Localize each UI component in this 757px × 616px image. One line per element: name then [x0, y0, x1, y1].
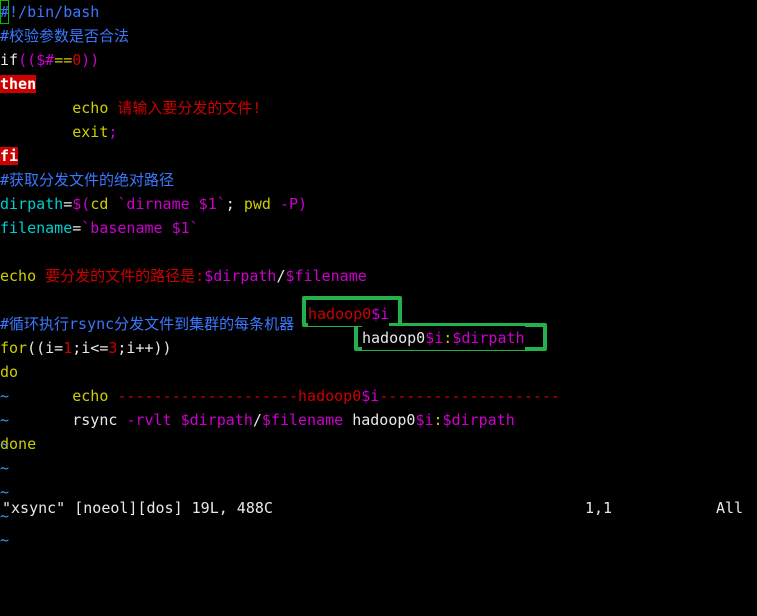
- code-line[interactable]: dirpath=$(cd `dirname $1`; pwd -P): [0, 192, 757, 216]
- code-token: -P: [279, 195, 299, 213]
- empty-line-marker: ~: [0, 411, 10, 429]
- code-token: 要分发的文件的路径是:: [45, 267, 205, 285]
- code-token: ): [298, 195, 308, 213]
- code-token: 请输入要分发的文件!: [117, 99, 262, 117]
- code-token: for: [0, 339, 28, 357]
- code-token: hadoop0: [362, 329, 426, 347]
- vim-cursor: #: [0, 0, 10, 24]
- code-token: ;i++)): [117, 339, 172, 357]
- status-scroll-indicator: All: [716, 499, 744, 517]
- code-token: ;i<=: [72, 339, 109, 357]
- code-token: =: [63, 195, 73, 213]
- code-token: ==: [54, 51, 73, 69]
- code-token: ((i=: [27, 339, 64, 357]
- code-token: pwd: [243, 195, 271, 213]
- code-token: $dirpath: [204, 267, 277, 285]
- code-token: #获取分发文件的绝对路径: [0, 171, 175, 189]
- code-token: dirpath: [0, 195, 64, 213]
- code-token: filename: [0, 219, 73, 237]
- code-line[interactable]: #!/bin/bash: [0, 0, 757, 24]
- code-token: 0: [72, 51, 82, 69]
- code-token: `basename $1`: [81, 219, 199, 237]
- code-line[interactable]: fi: [0, 144, 757, 168]
- status-cursor-position: 1,1: [585, 499, 613, 517]
- code-line[interactable]: exit;: [0, 120, 757, 144]
- code-token: echo: [0, 267, 37, 285]
- empty-line-marker: ~: [0, 459, 10, 477]
- empty-line-marker: ~: [0, 435, 10, 453]
- empty-line-marker: ~: [0, 387, 10, 405]
- status-file-info: "xsync" [noeol][dos] 19L, 488C: [2, 499, 273, 517]
- code-line[interactable]: then: [0, 72, 757, 96]
- code-token: $i: [371, 305, 390, 323]
- vim-empty-line-markers: ~ ~ ~ ~ ~ ~ ~: [0, 384, 757, 552]
- highlighted-text-hadoop-rsync: hadoop0$i:$dirpath: [362, 326, 525, 350]
- code-token: echo: [72, 99, 109, 117]
- code-line[interactable]: filename=`basename $1`: [0, 216, 757, 240]
- code-token: `dirname $1`: [117, 195, 226, 213]
- code-token: exit: [72, 123, 109, 141]
- code-token: $filename: [285, 267, 367, 285]
- code-token: cd: [90, 195, 109, 213]
- code-token: ;: [108, 123, 118, 141]
- code-line[interactable]: do: [0, 360, 757, 384]
- code-token: =: [72, 219, 82, 237]
- code-token: hadoop0: [308, 305, 372, 323]
- code-token: do: [0, 363, 19, 381]
- code-token: #校验参数是否合法: [0, 27, 130, 45]
- code-token: $i: [425, 329, 444, 347]
- code-line[interactable]: #获取分发文件的绝对路径: [0, 168, 757, 192]
- code-token: then: [0, 75, 37, 93]
- code-line[interactable]: if(($#==0)): [0, 48, 757, 72]
- code-token: $(: [72, 195, 91, 213]
- code-token: )): [81, 51, 100, 69]
- code-token: 1: [63, 339, 73, 357]
- code-token: !/bin/bash: [9, 3, 100, 21]
- code-token: if: [0, 51, 19, 69]
- code-token: $dirpath: [452, 329, 525, 347]
- code-token: $#: [36, 51, 55, 69]
- code-token: :: [443, 329, 453, 347]
- code-token: fi: [0, 147, 19, 165]
- code-token: #循环执行rsync分发文件到集群的每条机器: [0, 315, 295, 333]
- empty-line-marker: ~: [0, 531, 10, 549]
- highlighted-text-hadoop-echo: hadoop0$i: [308, 302, 390, 326]
- code-token: ;: [225, 195, 235, 213]
- code-line[interactable]: echo 请输入要分发的文件!: [0, 96, 757, 120]
- vim-terminal: #!/bin/bash #校验参数是否合法 if(($#==0)) then echo…: [0, 0, 757, 549]
- code-line[interactable]: #校验参数是否合法: [0, 24, 757, 48]
- vim-status-line: "xsync" [noeol][dos] 19L, 488C 1,1 All: [0, 496, 757, 520]
- code-line[interactable]: echo 要分发的文件的路径是:$dirpath/$filename: [0, 264, 757, 288]
- code-line[interactable]: [0, 240, 757, 264]
- code-token: ((: [18, 51, 37, 69]
